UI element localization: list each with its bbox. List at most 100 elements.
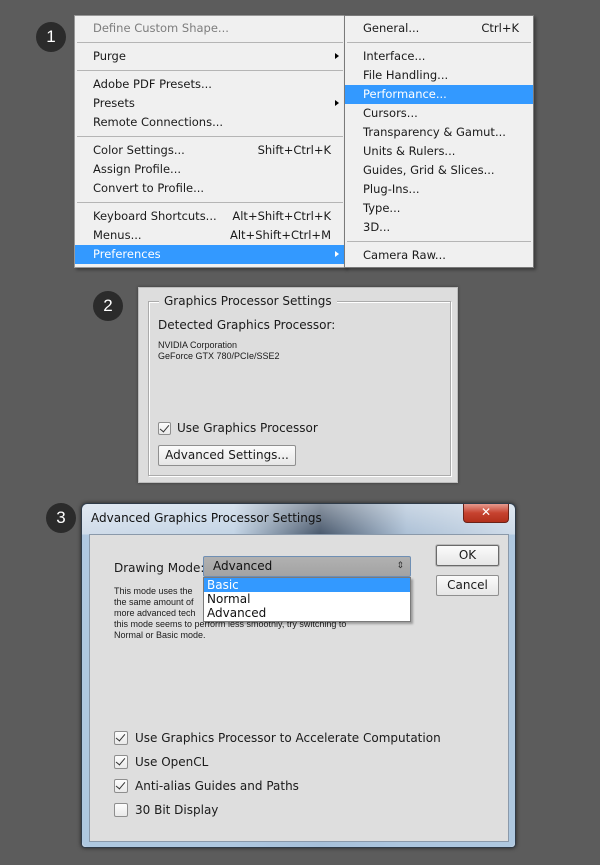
menu-item-convert-to-profile[interactable]: Convert to Profile...	[75, 179, 345, 198]
gpu-model: GeForce GTX 780/PCIe/SSE2	[158, 351, 280, 361]
30-bit-display-checkbox[interactable]	[114, 803, 128, 817]
step-badge-3: 3	[46, 503, 76, 533]
use-gpu-checkbox-row[interactable]: Use Graphics Processor	[158, 421, 318, 435]
menu-separator	[77, 42, 343, 43]
menu-item-label: 3D...	[363, 220, 391, 234]
dialog-body: Drawing Mode: This mode uses the the sam…	[89, 534, 509, 842]
option-30-bit-display[interactable]: 30 Bit Display	[114, 803, 218, 817]
menu-item-label: Define Custom Shape...	[93, 21, 229, 35]
menu-item-label: Preferences	[93, 247, 161, 261]
submenu-item-general[interactable]: General... Ctrl+K	[345, 19, 533, 38]
menu-item-shortcut: Shift+Ctrl+K	[257, 143, 331, 157]
menu-item-adobe-pdf-presets[interactable]: Adobe PDF Presets...	[75, 75, 345, 94]
menu-item-label: Keyboard Shortcuts...	[93, 209, 217, 223]
updown-arrows-icon: ⇕	[396, 561, 404, 571]
drawing-mode-label: Drawing Mode:	[114, 561, 205, 575]
menu-item-label: Convert to Profile...	[93, 181, 205, 195]
menu-item-label: Menus...	[93, 228, 142, 242]
submenu-item-guides-grid-slices[interactable]: Guides, Grid & Slices...	[345, 161, 533, 180]
drawing-mode-value: Advanced	[213, 559, 273, 573]
menu-item-keyboard-shortcuts[interactable]: Keyboard Shortcuts... Alt+Shift+Ctrl+K	[75, 207, 345, 226]
submenu-item-camera-raw[interactable]: Camera Raw...	[345, 246, 533, 265]
dropdown-option-advanced[interactable]: Advanced	[204, 606, 410, 620]
menu-item-shortcut: Ctrl+K	[481, 21, 519, 35]
drawing-mode-dropdown: Basic Normal Advanced	[203, 577, 411, 622]
menu-item-label: File Handling...	[363, 68, 449, 82]
anti-alias-checkbox[interactable]	[114, 779, 128, 793]
submenu-item-transparency-gamut[interactable]: Transparency & Gamut...	[345, 123, 533, 142]
edit-menu: Define Custom Shape... Purge Adobe PDF P…	[74, 15, 346, 268]
option-label: 30 Bit Display	[135, 803, 219, 817]
menu-item-label: Adobe PDF Presets...	[93, 77, 212, 91]
menu-item-label: Guides, Grid & Slices...	[363, 163, 495, 177]
option-label: Use OpenCL	[135, 755, 209, 769]
ok-button[interactable]: OK	[436, 545, 499, 566]
menu-item-label: Performance...	[363, 87, 447, 101]
option-accelerate-computation[interactable]: Use Graphics Processor to Accelerate Com…	[114, 731, 441, 745]
menu-item-label: Transparency & Gamut...	[363, 125, 506, 139]
submenu-item-units-rulers[interactable]: Units & Rulers...	[345, 142, 533, 161]
option-label: Use Graphics Processor to Accelerate Com…	[135, 731, 441, 745]
submenu-item-cursors[interactable]: Cursors...	[345, 104, 533, 123]
close-icon[interactable]: ✕	[463, 504, 509, 523]
option-anti-alias[interactable]: Anti-alias Guides and Paths	[114, 779, 299, 793]
menu-item-color-settings[interactable]: Color Settings... Shift+Ctrl+K	[75, 141, 345, 160]
menu-item-preferences[interactable]: Preferences	[75, 245, 345, 264]
menu-separator	[77, 70, 343, 71]
preferences-submenu: General... Ctrl+K Interface... File Handl…	[344, 15, 534, 268]
menu-item-label: Remote Connections...	[93, 115, 224, 129]
menu-item-remote-connections[interactable]: Remote Connections...	[75, 113, 345, 132]
menu-item-menus[interactable]: Menus... Alt+Shift+Ctrl+M	[75, 226, 345, 245]
submenu-item-interface[interactable]: Interface...	[345, 47, 533, 66]
menu-item-shortcut: Alt+Shift+Ctrl+M	[229, 228, 331, 242]
dropdown-option-normal[interactable]: Normal	[204, 592, 410, 606]
menu-item-define-custom-shape: Define Custom Shape...	[75, 19, 345, 38]
option-use-opencl[interactable]: Use OpenCL	[114, 755, 208, 769]
menu-item-label: Units & Rulers...	[363, 144, 456, 158]
submenu-item-performance[interactable]: Performance...	[345, 85, 533, 104]
menu-separator	[347, 241, 531, 242]
use-gpu-label: Use Graphics Processor	[177, 421, 318, 435]
accelerate-computation-checkbox[interactable]	[114, 731, 128, 745]
submenu-item-3d[interactable]: 3D...	[345, 218, 533, 237]
menu-item-presets[interactable]: Presets	[75, 94, 345, 113]
menu-item-shortcut: Alt+Shift+Ctrl+K	[232, 209, 331, 223]
menu-separator	[347, 42, 531, 43]
menu-item-label: Plug-Ins...	[363, 182, 420, 196]
dropdown-option-basic[interactable]: Basic	[204, 578, 410, 592]
advanced-settings-button[interactable]: Advanced Settings...	[158, 445, 296, 466]
menu-separator	[77, 136, 343, 137]
groupbox-title: Graphics Processor Settings	[159, 294, 337, 308]
menu-item-label: Camera Raw...	[363, 248, 446, 262]
cancel-button[interactable]: Cancel	[436, 575, 499, 596]
gpu-vendor: NVIDIA Corporation	[158, 340, 238, 350]
menu-item-label: General...	[363, 21, 420, 35]
description-line: Normal or Basic mode.	[114, 630, 206, 640]
menu-item-label: Presets	[93, 96, 135, 110]
drawing-mode-select[interactable]: Advanced ⇕	[203, 556, 411, 577]
use-opencl-checkbox[interactable]	[114, 755, 128, 769]
submenu-item-plug-ins[interactable]: Plug-Ins...	[345, 180, 533, 199]
menu-item-purge[interactable]: Purge	[75, 47, 345, 66]
dialog-title: Advanced Graphics Processor Settings	[91, 511, 322, 525]
menu-item-label: Cursors...	[363, 106, 418, 120]
submenu-arrow-icon	[335, 53, 339, 59]
menu-item-assign-profile[interactable]: Assign Profile...	[75, 160, 345, 179]
menu-item-label: Type...	[363, 201, 401, 215]
submenu-item-type[interactable]: Type...	[345, 199, 533, 218]
submenu-item-file-handling[interactable]: File Handling...	[345, 66, 533, 85]
menu-item-label: Interface...	[363, 49, 426, 63]
step-badge-2: 2	[93, 291, 123, 321]
menu-item-label: Purge	[93, 49, 126, 63]
menu-separator	[77, 202, 343, 203]
submenu-arrow-icon	[335, 251, 339, 257]
advanced-gpu-settings-dialog: Advanced Graphics Processor Settings ✕ D…	[81, 503, 516, 848]
menu-item-label: Assign Profile...	[93, 162, 182, 176]
detected-gpu-label: Detected Graphics Processor:	[158, 318, 336, 332]
option-label: Anti-alias Guides and Paths	[135, 779, 299, 793]
submenu-arrow-icon	[335, 100, 339, 106]
use-gpu-checkbox[interactable]	[158, 421, 171, 435]
menu-item-label: Color Settings...	[93, 143, 185, 157]
graphics-processor-settings-panel: Graphics Processor Settings Detected Gra…	[138, 287, 458, 483]
step-badge-1: 1	[36, 22, 66, 52]
